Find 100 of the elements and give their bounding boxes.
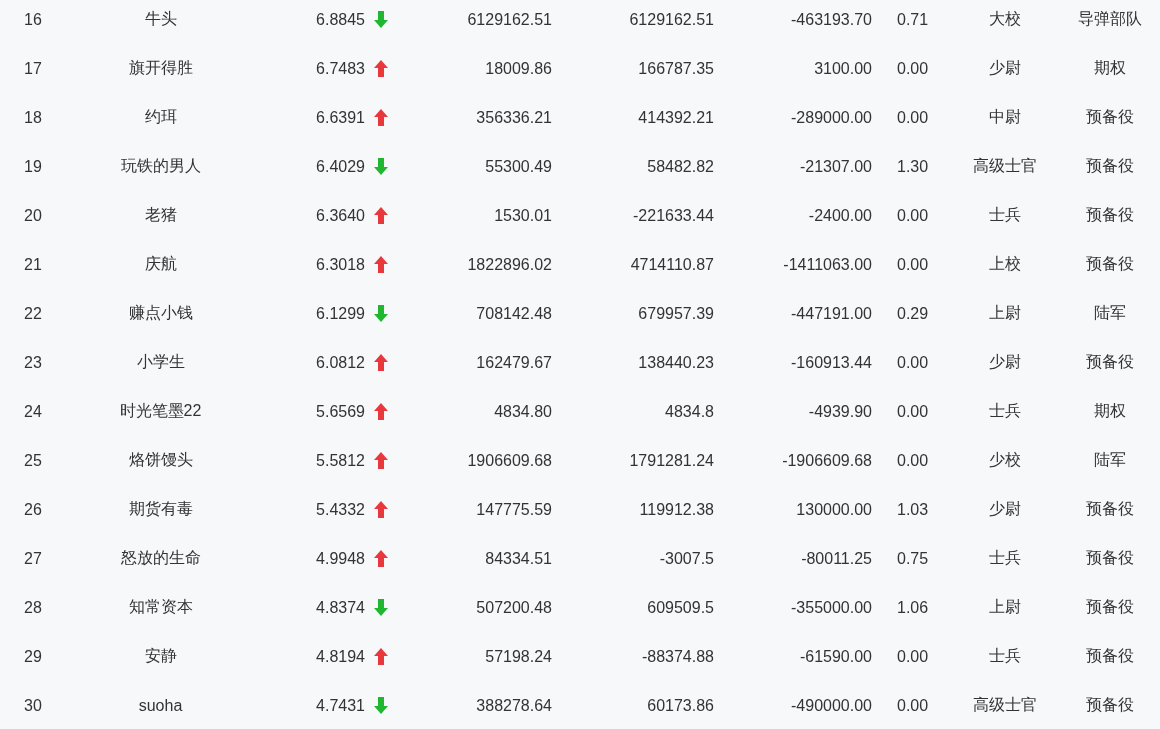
name-cell-text: 牛头 bbox=[144, 9, 177, 29]
category-cell-text: 陆军 bbox=[1094, 303, 1126, 323]
table-cell: 57198.24 bbox=[485, 647, 552, 666]
name-cell-text: 玩铁的男人 bbox=[120, 156, 201, 176]
rank-title-cell-text: 少尉 bbox=[989, 58, 1021, 78]
score-cell: 4.8374 bbox=[316, 598, 365, 617]
rank-cell: 25 bbox=[24, 451, 42, 470]
table-cell: -21307.00 bbox=[799, 157, 872, 176]
rank-title-cell-text: 上校 bbox=[989, 254, 1021, 274]
rank-cell: 21 bbox=[24, 255, 42, 274]
rank-cell: 19 bbox=[24, 157, 42, 176]
score-cell: 5.5812 bbox=[316, 451, 365, 470]
table-cell: 356336.21 bbox=[476, 108, 552, 127]
rank-cell: 22 bbox=[24, 304, 42, 323]
rank-cell: 23 bbox=[24, 353, 42, 372]
table-cell: 6129162.51 bbox=[467, 10, 552, 29]
score-cell: 4.7431 bbox=[316, 696, 365, 715]
rank-cell: 29 bbox=[24, 647, 42, 666]
table-cell: 18009.86 bbox=[485, 59, 552, 78]
table-cell: -1906609.68 bbox=[782, 451, 872, 470]
table-cell: 147775.59 bbox=[476, 500, 552, 519]
table-cell: 6129162.51 bbox=[629, 10, 714, 29]
score-cell: 6.1299 bbox=[316, 304, 365, 323]
rank-title-cell-text: 高级士官 bbox=[973, 695, 1037, 715]
category-cell-text: 预备役 bbox=[1086, 254, 1134, 274]
table-cell: -289000.00 bbox=[791, 108, 872, 127]
category-cell-text: 陆军 bbox=[1094, 450, 1126, 470]
table-cell-text: 0.00 bbox=[896, 647, 929, 666]
rank-title-cell-text: 士兵 bbox=[989, 205, 1021, 225]
table-cell: 60173.86 bbox=[647, 696, 714, 715]
rank-title-cell-text: 少尉 bbox=[989, 499, 1021, 519]
category-cell-text: 预备役 bbox=[1086, 205, 1134, 225]
table-cell: -88374.88 bbox=[641, 647, 714, 666]
name-cell-text: 怒放的生命 bbox=[120, 548, 201, 568]
rank-title-cell-text: 少尉 bbox=[989, 352, 1021, 372]
table-cell: 4834.80 bbox=[494, 402, 552, 421]
name-cell-text: 知常资本 bbox=[128, 597, 193, 617]
table-cell: -3007.5 bbox=[659, 549, 714, 568]
name-cell-text: 安静 bbox=[144, 646, 177, 666]
table-cell: -1411063.00 bbox=[783, 255, 872, 274]
table-cell: -447191.00 bbox=[791, 304, 872, 323]
table-cell: 162479.67 bbox=[476, 353, 552, 372]
table-cell: 84334.51 bbox=[485, 549, 552, 568]
table-cell: 507200.48 bbox=[476, 598, 552, 617]
table-cell: 414392.21 bbox=[638, 108, 714, 127]
rank-title-cell-text: 大校 bbox=[989, 9, 1021, 29]
category-cell-text: 期权 bbox=[1094, 401, 1126, 421]
table-cell: -4939.90 bbox=[808, 402, 872, 421]
rank-cell: 24 bbox=[24, 402, 42, 421]
table-cell: 119912.38 bbox=[639, 500, 714, 519]
table-cell-text: 0.29 bbox=[896, 304, 929, 323]
table-cell: -2400.00 bbox=[808, 206, 872, 225]
table-cell: 130000.00 bbox=[796, 500, 872, 519]
score-cell: 6.0812 bbox=[316, 353, 365, 372]
score-cell: 6.8845 bbox=[316, 10, 365, 29]
table-cell: -221633.44 bbox=[633, 206, 714, 225]
table-cell-text: 0.00 bbox=[896, 108, 929, 127]
table-cell-text: 0.75 bbox=[896, 549, 929, 568]
rank-title-cell-text: 中尉 bbox=[989, 107, 1021, 127]
rank-title-cell-text: 士兵 bbox=[989, 548, 1021, 568]
category-cell-text: 预备役 bbox=[1086, 695, 1134, 715]
name-cell-text: 时光笔墨22 bbox=[119, 401, 202, 421]
rank-cell: 20 bbox=[24, 206, 42, 225]
rank-cell: 26 bbox=[24, 500, 42, 519]
category-cell-text: 预备役 bbox=[1086, 646, 1134, 666]
rank-title-cell-text: 高级士官 bbox=[973, 156, 1037, 176]
table-cell-text: 0.00 bbox=[896, 206, 929, 225]
score-cell: 6.3640 bbox=[316, 206, 365, 225]
rank-cell: 17 bbox=[24, 59, 42, 78]
table-cell-text: 0.71 bbox=[896, 10, 929, 29]
table-cell: 1791281.24 bbox=[629, 451, 714, 470]
rank-cell: 30 bbox=[24, 696, 42, 715]
table-cell: 3100.00 bbox=[814, 59, 872, 78]
table-cell: 4834.8 bbox=[665, 402, 714, 421]
rank-title-cell-text: 上尉 bbox=[989, 303, 1021, 323]
table-cell: -80011.25 bbox=[801, 549, 872, 568]
rank-cell: 18 bbox=[24, 108, 42, 127]
name-cell-text: 小学生 bbox=[136, 352, 185, 372]
name-cell-text: 庆航 bbox=[144, 254, 177, 274]
table-cell: 138440.23 bbox=[638, 353, 714, 372]
name-cell-text: 烙饼馒头 bbox=[128, 450, 193, 470]
rank-title-cell-text: 士兵 bbox=[989, 646, 1021, 666]
score-cell: 6.7483 bbox=[316, 59, 365, 78]
category-cell-text: 导弹部队 bbox=[1078, 9, 1142, 29]
name-cell-text: 旗开得胜 bbox=[128, 58, 193, 78]
table-cell: -61590.00 bbox=[799, 647, 872, 666]
score-cell: 4.9948 bbox=[316, 549, 365, 568]
category-cell-text: 期权 bbox=[1094, 58, 1126, 78]
table-cell-text: 0.00 bbox=[896, 451, 929, 470]
table-cell: 1822896.02 bbox=[467, 255, 552, 274]
rank-title-cell-text: 少校 bbox=[989, 450, 1021, 470]
score-cell: 5.6569 bbox=[316, 402, 365, 421]
table-cell: 4714110.87 bbox=[630, 255, 714, 274]
table-cell-text: 1.06 bbox=[896, 598, 929, 617]
category-cell-text: 预备役 bbox=[1086, 499, 1134, 519]
category-cell-text: 预备役 bbox=[1086, 107, 1134, 127]
rank-cell: 16 bbox=[24, 10, 42, 29]
table-cell: 679957.39 bbox=[638, 304, 714, 323]
table-cell: 58482.82 bbox=[647, 157, 714, 176]
category-cell-text: 预备役 bbox=[1086, 548, 1134, 568]
